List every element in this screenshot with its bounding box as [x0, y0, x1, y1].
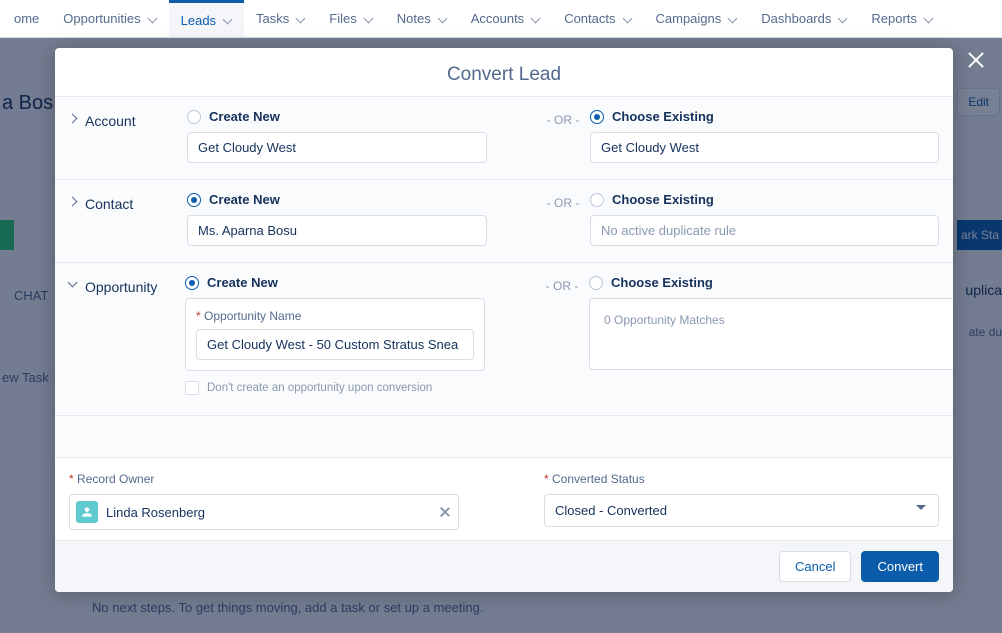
section-opportunity: Opportunity Create New * Opportunity Nam…: [55, 263, 953, 416]
dont-create-opportunity-checkbox-row[interactable]: Don't create an opportunity upon convers…: [185, 381, 535, 395]
radio-icon[interactable]: [187, 193, 201, 207]
record-owner-input[interactable]: Linda Rosenberg: [69, 494, 459, 530]
contact-create-new-radio-row[interactable]: Create New: [187, 192, 536, 207]
radio-icon[interactable]: [185, 276, 199, 290]
opportunity-create-box: * Opportunity Name Get Cloudy West - 50 …: [185, 298, 485, 371]
converted-status-value: Closed - Converted: [555, 503, 667, 518]
opportunity-name-input[interactable]: Get Cloudy West - 50 Custom Stratus Snea: [196, 329, 474, 360]
chevron-right-icon: [69, 115, 79, 125]
record-owner-row: * Record Owner Linda Rosenberg * Convert…: [55, 457, 953, 540]
top-nav: ome Opportunities Leads Tasks Files Note…: [0, 0, 1002, 38]
radio-icon[interactable]: [590, 193, 604, 207]
radio-icon[interactable]: [590, 110, 604, 124]
chevron-down-icon: [530, 14, 540, 24]
nav-files[interactable]: Files: [317, 0, 384, 37]
modal-body: Account Create New Get Cloudy West - OR …: [55, 96, 953, 457]
account-choose-input[interactable]: Get Cloudy West: [590, 132, 939, 163]
chevron-down-icon: [437, 14, 447, 24]
chevron-down-icon: [622, 14, 632, 24]
account-create-new-radio-row[interactable]: Create New: [187, 109, 536, 124]
section-account: Account Create New Get Cloudy West - OR …: [55, 97, 953, 180]
chevron-down-icon: [363, 14, 373, 24]
radio-icon[interactable]: [589, 276, 603, 290]
user-icon: [76, 501, 98, 523]
section-label-contact[interactable]: Contact: [69, 192, 179, 246]
section-label-opportunity[interactable]: Opportunity: [69, 275, 177, 395]
close-icon[interactable]: [964, 48, 988, 72]
nav-accounts[interactable]: Accounts: [459, 0, 552, 37]
record-owner-label: * Record Owner: [69, 472, 464, 486]
converted-status-label: * Converted Status: [544, 472, 939, 486]
nav-home[interactable]: ome: [2, 0, 51, 37]
nav-campaigns[interactable]: Campaigns: [644, 0, 750, 37]
radio-icon[interactable]: [187, 110, 201, 124]
opportunity-matches-box[interactable]: 0 Opportunity Matches: [589, 298, 953, 370]
nav-leads[interactable]: Leads: [169, 0, 244, 37]
contact-create-input[interactable]: Ms. Aparna Bosu: [187, 215, 487, 246]
record-owner-value: Linda Rosenberg: [106, 505, 430, 520]
account-choose-existing-radio-row[interactable]: Choose Existing: [590, 109, 939, 124]
nav-notes[interactable]: Notes: [385, 0, 459, 37]
converted-status-select[interactable]: Closed - Converted: [544, 494, 939, 527]
contact-choose-input[interactable]: No active duplicate rule: [590, 215, 939, 246]
account-create-input[interactable]: Get Cloudy West: [187, 132, 487, 163]
chevron-down-icon: [222, 15, 232, 25]
modal-footer: Cancel Convert: [55, 540, 953, 592]
section-contact: Contact Create New Ms. Aparna Bosu - OR …: [55, 180, 953, 263]
nav-tasks[interactable]: Tasks: [244, 0, 317, 37]
cancel-button[interactable]: Cancel: [779, 551, 851, 582]
opportunity-name-label: * Opportunity Name: [196, 309, 474, 323]
clear-icon[interactable]: [438, 505, 452, 519]
or-divider: - OR -: [536, 192, 590, 210]
chevron-down-icon: [727, 14, 737, 24]
checkbox-icon[interactable]: [185, 381, 199, 395]
convert-button[interactable]: Convert: [861, 551, 939, 582]
nav-opportunities[interactable]: Opportunities: [51, 0, 168, 37]
chevron-down-icon: [69, 281, 79, 291]
chevron-down-icon: [147, 14, 157, 24]
nav-reports[interactable]: Reports: [859, 0, 945, 37]
opportunity-create-new-radio-row[interactable]: Create New: [185, 275, 535, 290]
chevron-down-icon: [295, 14, 305, 24]
or-divider: - OR -: [536, 109, 590, 127]
contact-choose-existing-radio-row[interactable]: Choose Existing: [590, 192, 939, 207]
chevron-down-icon: [837, 14, 847, 24]
nav-dashboards[interactable]: Dashboards: [749, 0, 859, 37]
opportunity-choose-existing-radio-row[interactable]: Choose Existing: [589, 275, 939, 290]
section-label-account[interactable]: Account: [69, 109, 179, 163]
convert-lead-modal: Convert Lead Account Create New Get Clou…: [55, 48, 953, 592]
nav-contacts[interactable]: Contacts: [552, 0, 643, 37]
chevron-down-icon: [916, 505, 928, 517]
or-divider: - OR -: [535, 275, 589, 293]
modal-title: Convert Lead: [55, 48, 953, 96]
chevron-down-icon: [923, 14, 933, 24]
chevron-right-icon: [69, 198, 79, 208]
